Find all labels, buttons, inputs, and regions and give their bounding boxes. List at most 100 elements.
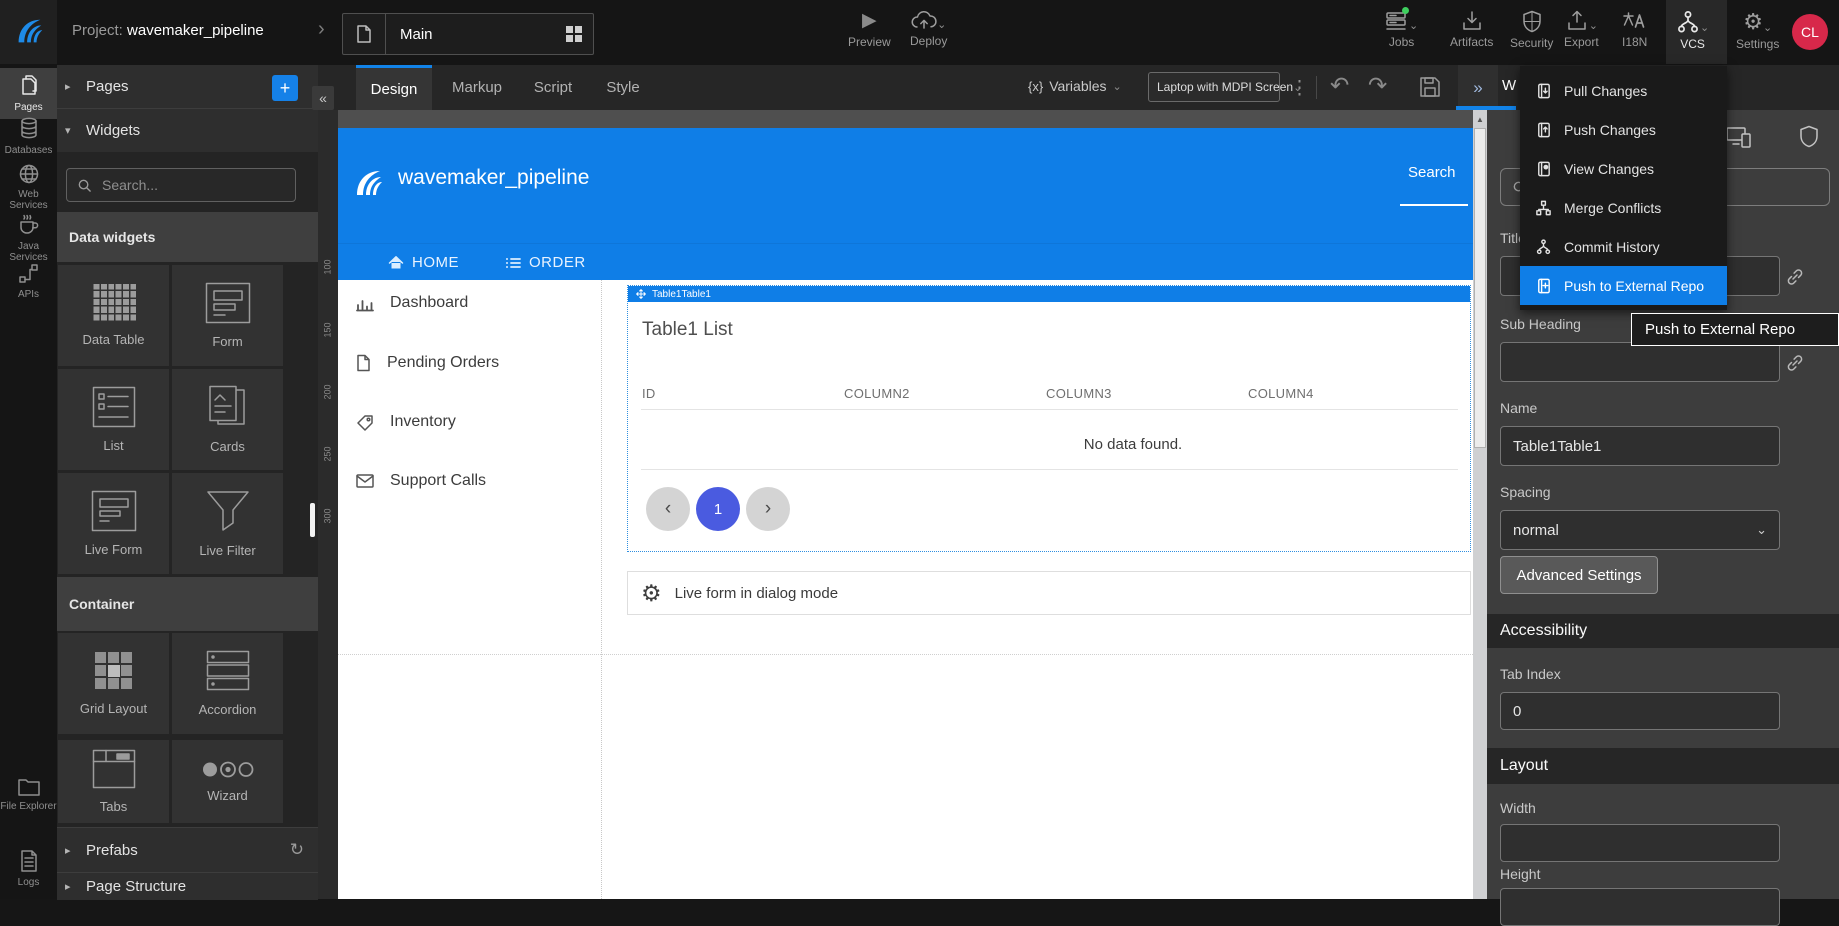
devices-icon[interactable] — [1726, 126, 1752, 150]
bind-link-icon[interactable] — [1786, 268, 1804, 286]
width-field[interactable] — [1500, 824, 1780, 862]
i18n-button[interactable]: I18N — [1622, 10, 1647, 49]
deploy-button[interactable]: ⌄ Deploy — [910, 10, 947, 48]
spacing-select[interactable]: normal ⌄ — [1500, 510, 1780, 550]
preview-button[interactable]: ▶ Preview — [848, 10, 891, 49]
sidebar-item-pages[interactable]: Pages — [0, 68, 57, 119]
collapse-panel-button[interactable]: « — [312, 86, 334, 110]
sidebar-item-java-services[interactable]: Java Services — [0, 213, 57, 263]
order-list-icon — [505, 256, 521, 270]
advanced-settings-button[interactable]: Advanced Settings — [1500, 556, 1658, 594]
save-icon[interactable] — [1418, 75, 1442, 99]
refresh-icon[interactable]: ↻ — [290, 840, 304, 860]
security-button[interactable]: Security — [1510, 10, 1553, 50]
tabindex-field[interactable] — [1500, 692, 1780, 730]
widget-card-cards[interactable]: Cards — [172, 369, 283, 470]
panel-scrollbar-thumb[interactable] — [310, 503, 315, 537]
device-select[interactable]: Laptop with MDPI Screen ⌄ — [1148, 72, 1280, 102]
table-column-header[interactable]: COLUMN3 — [1046, 386, 1112, 401]
pages-grid-icon[interactable] — [565, 25, 583, 43]
widget-card-accordion[interactable]: Accordion — [172, 633, 283, 734]
globe-icon — [18, 163, 40, 185]
tab-design[interactable]: Design — [356, 65, 432, 110]
widget-card-tabs[interactable]: Tabs — [58, 740, 169, 823]
vcs-button[interactable]: ⌄ VCS — [1666, 0, 1727, 64]
sidebar-item-apis[interactable]: APIs — [0, 263, 57, 300]
page-tab-main[interactable]: Main — [342, 13, 594, 55]
sidebar-item-logs[interactable]: Logs — [0, 849, 57, 888]
settings-button[interactable]: ⚙ ⌄ Settings — [1736, 10, 1779, 51]
menu-item-push-changes[interactable]: Push Changes — [1520, 110, 1727, 149]
nav-item-order[interactable]: ORDER — [505, 254, 586, 271]
redo-icon[interactable]: ↷ — [1368, 72, 1387, 99]
canvas-scrollbar[interactable]: ▲ — [1473, 110, 1487, 899]
app-search-link[interactable]: Search — [1408, 164, 1456, 181]
sidebar-item-web-services[interactable]: Web Services — [0, 163, 57, 211]
artifacts-button[interactable]: Artifacts — [1450, 10, 1493, 49]
add-page-button[interactable]: + — [272, 75, 298, 101]
nav-item-home[interactable]: HOME — [388, 254, 459, 271]
widgets-panel: ▸ Pages + ▾ Widgets Data widgets Data Ta… — [57, 65, 318, 899]
expand-right-panel-button[interactable]: » — [1458, 65, 1498, 110]
widget-card-grid-layout[interactable]: Grid Layout — [58, 633, 169, 734]
avatar[interactable]: CL — [1792, 14, 1828, 50]
widget-card-wizard[interactable]: Wizard — [172, 740, 283, 823]
shield-icon[interactable] — [1798, 124, 1820, 149]
pagination-page-1[interactable]: 1 — [696, 487, 740, 531]
widget-card-form[interactable]: Form — [172, 265, 283, 366]
menu-item-inventory[interactable]: Inventory — [356, 413, 456, 431]
security-label: Security — [1510, 36, 1553, 50]
widget-search[interactable] — [66, 168, 296, 202]
pagination-prev-button[interactable]: ‹ — [646, 487, 690, 531]
table-column-header[interactable]: COLUMN4 — [1248, 386, 1314, 401]
dashboard-icon — [356, 295, 374, 312]
chevron-left-icon: ‹ — [665, 498, 671, 520]
bind-link-icon[interactable] — [1786, 354, 1804, 372]
menu-item-dashboard[interactable]: Dashboard — [356, 294, 468, 312]
widget-card-list[interactable]: List — [58, 369, 169, 470]
tab-script[interactable]: Script — [526, 65, 580, 110]
right-panel-tab[interactable]: W — [1502, 77, 1516, 94]
widget-card-data-table[interactable]: Data Table — [58, 265, 169, 366]
page-structure-row[interactable]: ▸ Page Structure — [57, 872, 318, 900]
undo-icon[interactable]: ↶ — [1330, 72, 1349, 99]
kebab-menu-icon[interactable]: ⋮ — [1290, 77, 1309, 100]
settings-gear-icon: ⚙ — [1743, 10, 1763, 34]
widget-search-input[interactable] — [100, 176, 284, 194]
table-column-header[interactable]: COLUMN2 — [844, 386, 910, 401]
tab-markup[interactable]: Markup — [446, 65, 508, 110]
wavemaker-logo[interactable] — [0, 0, 57, 64]
live-form-widget[interactable]: ⚙ Live form in dialog mode — [627, 571, 1471, 615]
widget-card-label: Grid Layout — [80, 701, 147, 716]
variables-button[interactable]: {x} Variables ⌄ — [1028, 78, 1122, 94]
menu-item-merge-conflicts[interactable]: Merge Conflicts — [1520, 188, 1727, 227]
jobs-button[interactable]: ⌄ Jobs — [1385, 10, 1418, 49]
layout-label: Layout — [1500, 757, 1548, 775]
widget-selection-bar[interactable]: Table1Table1 — [628, 286, 1470, 302]
menu-item-pending-orders[interactable]: Pending Orders — [356, 354, 499, 372]
widget-card-live-filter[interactable]: Live Filter — [172, 473, 283, 574]
subheading-field[interactable] — [1500, 342, 1780, 382]
menu-item-support-calls[interactable]: Support Calls — [356, 472, 486, 490]
height-field[interactable] — [1500, 888, 1780, 926]
canvas-scrollbar-thumb[interactable] — [1474, 128, 1486, 448]
scrollbar-up-arrow[interactable]: ▲ — [1473, 110, 1487, 128]
app-search-underline — [1400, 204, 1468, 206]
export-button[interactable]: ⌄ Export — [1564, 10, 1599, 49]
widget-card-live-form[interactable]: Live Form — [58, 473, 169, 574]
widgets-section-row[interactable]: ▾ Widgets — [57, 108, 318, 152]
menu-item-commit-history[interactable]: Commit History — [1520, 227, 1727, 266]
menu-item-view-changes[interactable]: View Changes — [1520, 149, 1727, 188]
rail-label: APIs — [18, 289, 39, 300]
prefabs-section-row[interactable]: ▸ Prefabs ↻ — [57, 827, 318, 872]
table-border — [641, 469, 1458, 470]
sidebar-item-databases[interactable]: Databases — [0, 117, 57, 156]
name-field[interactable] — [1500, 426, 1780, 466]
table-column-header[interactable]: ID — [642, 386, 656, 401]
sidebar-item-file-explorer[interactable]: File Explorer — [0, 777, 57, 812]
menu-item-push-to-external-repo[interactable]: Push to External Repo — [1520, 266, 1727, 305]
menu-item-pull-changes[interactable]: Pull Changes — [1520, 71, 1727, 110]
pagination-next-button[interactable]: › — [746, 487, 790, 531]
selected-widget-table1[interactable]: Table1Table1 Table1 List ID COLUMN2 COLU… — [627, 285, 1471, 552]
tab-style[interactable]: Style — [598, 65, 648, 110]
